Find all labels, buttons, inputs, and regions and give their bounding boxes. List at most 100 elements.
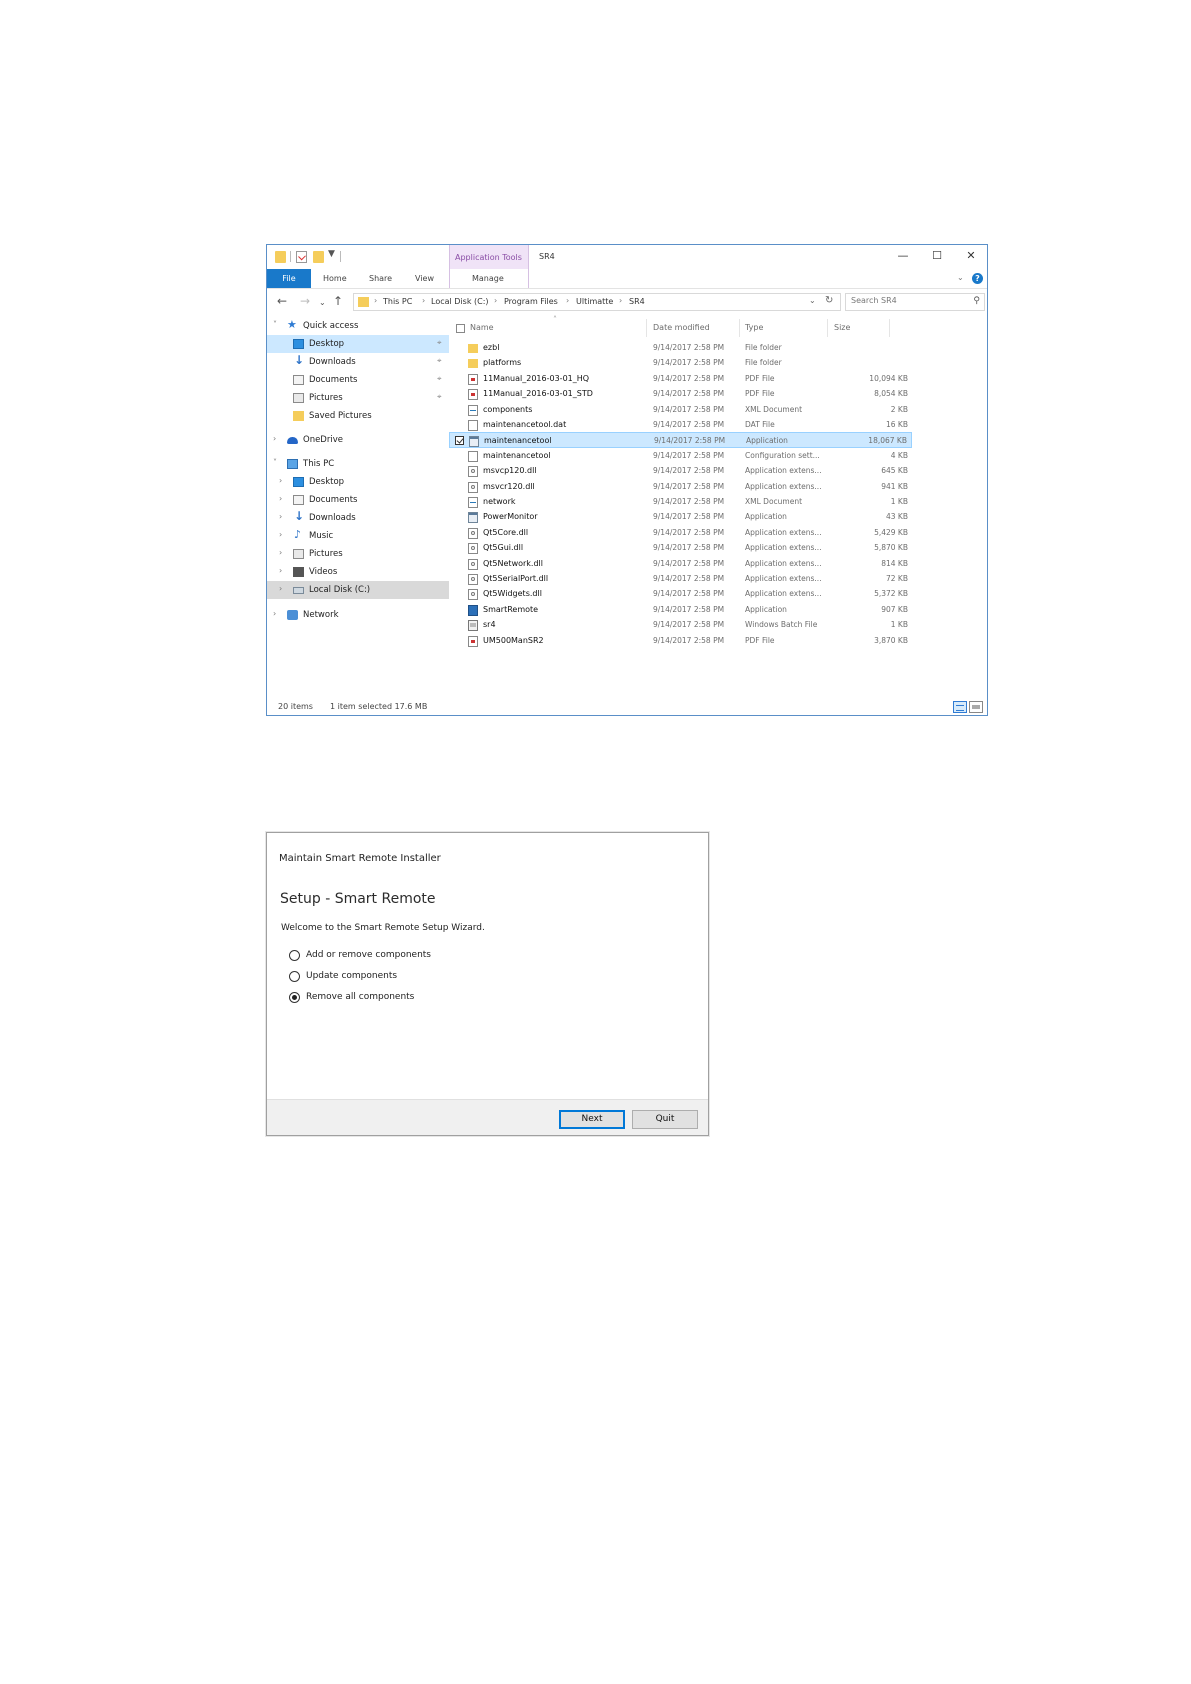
chevron-right-icon[interactable]: › (279, 476, 282, 485)
expand-ribbon-icon[interactable]: ⌄ (957, 273, 964, 282)
sidebar-item[interactable]: › Videos (267, 563, 449, 581)
breadcrumb-sr4[interactable]: SR4 (629, 297, 645, 306)
sidebar-item[interactable]: Pictures ⌖ (267, 389, 449, 407)
file-row[interactable]: platforms 9/14/2017 2:58 PM File folder (449, 355, 912, 371)
breadcrumb-ultimatte[interactable]: Ultimatte (576, 297, 613, 306)
new-folder-icon[interactable] (313, 251, 324, 263)
tab-share[interactable]: Share (369, 274, 392, 283)
breadcrumb-this-pc[interactable]: This PC (383, 297, 412, 306)
sidebar-item[interactable]: › Desktop (267, 473, 449, 491)
forward-icon[interactable]: → (300, 294, 310, 308)
tab-file[interactable]: File (267, 269, 311, 288)
chevron-right-icon[interactable]: › (279, 494, 282, 503)
properties-icon[interactable] (296, 251, 307, 263)
column-divider[interactable] (739, 319, 740, 337)
file-row[interactable]: 11Manual_2016-03-01_HQ 9/14/2017 2:58 PM P… (449, 371, 912, 387)
pin-icon[interactable]: ⌖ (437, 338, 442, 348)
sidebar-item[interactable]: ˅ Quick access (267, 317, 449, 335)
radio-update[interactable] (289, 971, 300, 982)
file-row[interactable]: msvcp120.dll 9/14/2017 2:58 PM Application… (449, 463, 912, 479)
file-icon (468, 450, 478, 462)
folder-icon[interactable] (275, 251, 286, 263)
quit-button[interactable]: Quit (632, 1110, 698, 1129)
chevron-right-icon[interactable]: › (279, 530, 282, 539)
chevron-right-icon[interactable]: › (273, 434, 276, 443)
option-add-remove[interactable]: Add or remove components (289, 948, 589, 964)
file-row[interactable]: Qt5Core.dll 9/14/2017 2:58 PM Application … (449, 525, 912, 541)
breadcrumb-program-files[interactable]: Program Files (504, 297, 558, 306)
column-divider[interactable] (646, 319, 647, 337)
file-row[interactable]: maintenancetool 9/14/2017 2:58 PM Applicat… (449, 432, 912, 449)
file-row[interactable]: maintenancetool 9/14/2017 2:58 PM Configur… (449, 448, 912, 464)
search-input[interactable] (851, 296, 966, 305)
tab-manage[interactable]: Manage (449, 269, 529, 288)
chevron-down-icon[interactable]: ˅ (273, 320, 277, 329)
select-all-checkbox[interactable] (456, 324, 465, 333)
column-header-name[interactable]: Name (470, 323, 494, 332)
file-row[interactable]: ezbl 9/14/2017 2:58 PM File folder (449, 340, 912, 356)
sidebar-item[interactable]: Desktop ⌖ (267, 335, 449, 353)
address-dropdown-icon[interactable]: ⌄ (809, 296, 816, 305)
sidebar-item[interactable]: Saved Pictures (267, 407, 449, 425)
refresh-icon[interactable]: ↻ (825, 295, 833, 306)
file-row[interactable]: Qt5Gui.dll 9/14/2017 2:58 PM Application e… (449, 540, 912, 556)
chevron-down-icon[interactable]: ˅ (273, 458, 277, 467)
tab-view[interactable]: View (415, 274, 434, 283)
back-icon[interactable]: ← (277, 294, 287, 308)
file-row[interactable]: SmartRemote 9/14/2017 2:58 PM Application 9… (449, 602, 912, 618)
sidebar-item[interactable]: › Music (267, 527, 449, 545)
pin-icon[interactable]: ⌖ (437, 356, 442, 366)
sidebar-item[interactable]: ˅ This PC (267, 455, 449, 473)
search-icon[interactable]: ⚲ (973, 296, 980, 306)
breadcrumb-local-disk[interactable]: Local Disk (C:) (431, 297, 489, 306)
large-icons-view-icon[interactable] (969, 701, 983, 713)
chevron-right-icon[interactable]: › (279, 548, 282, 557)
pin-icon[interactable]: ⌖ (437, 392, 442, 402)
address-bar[interactable]: › This PC › Local Disk (C:) › Program Fi… (353, 293, 841, 311)
column-header-type[interactable]: Type (745, 323, 763, 332)
file-row[interactable]: Qt5SerialPort.dll 9/14/2017 2:58 PM Applic… (449, 571, 912, 587)
chevron-right-icon[interactable]: › (273, 609, 276, 618)
file-row[interactable]: msvcr120.dll 9/14/2017 2:58 PM Application… (449, 479, 912, 495)
chevron-right-icon[interactable]: › (279, 512, 282, 521)
chevron-right-icon[interactable]: › (279, 566, 282, 575)
option-remove-all[interactable]: Remove all components (289, 990, 589, 1006)
column-divider[interactable] (889, 319, 890, 337)
file-row[interactable]: Qt5Network.dll 9/14/2017 2:58 PM Applicati… (449, 556, 912, 572)
file-row[interactable]: maintenancetool.dat 9/14/2017 2:58 PM DAT … (449, 417, 912, 433)
radio-add-remove[interactable] (289, 950, 300, 961)
option-update[interactable]: Update components (289, 969, 589, 985)
column-header-size[interactable]: Size (834, 323, 850, 332)
file-row[interactable]: network 9/14/2017 2:58 PM XML Document 1 KB (449, 494, 912, 510)
column-header-date[interactable]: Date modified (653, 323, 710, 332)
up-icon[interactable]: ↑ (333, 294, 343, 308)
customize-icon[interactable]: ▼ (328, 249, 335, 259)
sidebar-item[interactable]: Downloads ⌖ (267, 353, 449, 371)
file-row[interactable]: sr4 9/14/2017 2:58 PM Windows Batch File 1 … (449, 617, 912, 633)
help-icon[interactable]: ? (972, 273, 983, 284)
column-divider[interactable] (827, 319, 828, 337)
next-button[interactable]: Next (559, 1110, 625, 1129)
file-row[interactable]: 11Manual_2016-03-01_STD 9/14/2017 2:58 PM… (449, 386, 912, 402)
recent-locations-icon[interactable]: ⌄ (319, 298, 326, 307)
file-row[interactable]: UM500ManSR2 9/14/2017 2:58 PM PDF File 3,87… (449, 633, 912, 649)
details-view-icon[interactable] (953, 701, 967, 713)
sidebar-item[interactable]: › Local Disk (C:) (267, 581, 449, 599)
sidebar-item[interactable]: › Network (267, 606, 449, 624)
tab-home[interactable]: Home (323, 274, 347, 283)
sidebar-item[interactable]: › Documents (267, 491, 449, 509)
minimize-icon[interactable]: — (889, 248, 917, 264)
sidebar-item[interactable]: Documents ⌖ (267, 371, 449, 389)
close-icon[interactable]: ✕ (957, 248, 985, 264)
pin-icon[interactable]: ⌖ (437, 374, 442, 384)
chevron-right-icon[interactable]: › (279, 584, 282, 593)
file-row[interactable]: PowerMonitor 9/14/2017 2:58 PM Application… (449, 509, 912, 525)
sidebar-item[interactable]: › Pictures (267, 545, 449, 563)
radio-remove-all[interactable] (289, 992, 300, 1003)
row-checkbox[interactable] (455, 436, 464, 446)
sidebar-item[interactable]: › OneDrive (267, 431, 449, 449)
file-row[interactable]: Qt5Widgets.dll 9/14/2017 2:58 PM Applicati… (449, 586, 912, 602)
sidebar-item[interactable]: › Downloads (267, 509, 449, 527)
file-row[interactable]: components 9/14/2017 2:58 PM XML Document 2… (449, 402, 912, 418)
maximize-icon[interactable]: ☐ (923, 248, 951, 264)
